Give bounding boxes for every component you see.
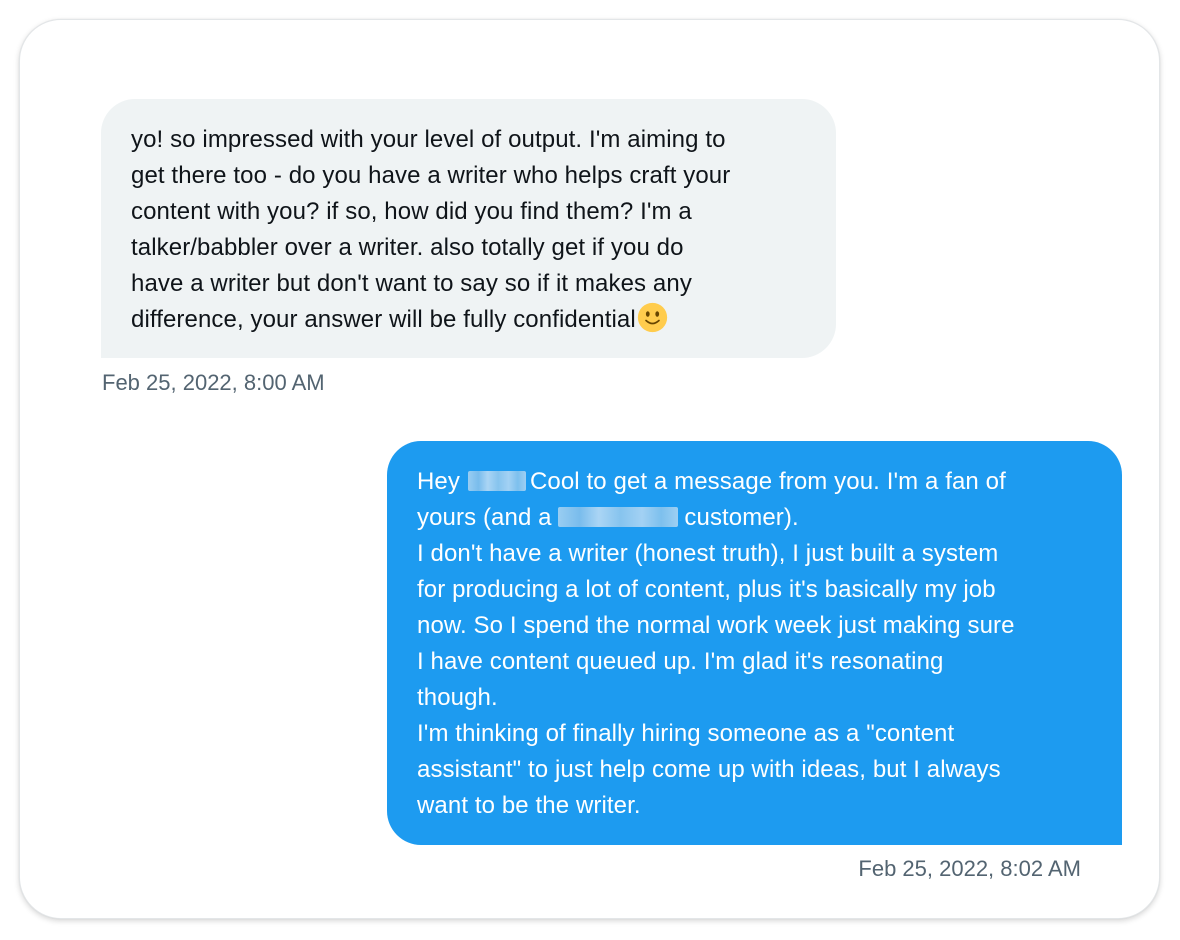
message-text: customer). — [684, 504, 799, 531]
message-line: Hey Cool to get a message from you. I'm a… — [417, 464, 1102, 500]
sent-message-timestamp: Feb 25, 2022, 8:02 AM — [858, 856, 1081, 881]
message-line: yours (and a customer). — [417, 500, 1102, 536]
message-line: want to be the writer. — [417, 792, 641, 819]
message-line: have a writer but don't want to say so i… — [131, 270, 692, 297]
message-line-text: difference, your answer will be fully co… — [131, 306, 636, 333]
dm-conversation-card: yo! so impressed with your level of outp… — [19, 19, 1160, 919]
received-message-timestamp: Feb 25, 2022, 8:00 AM — [102, 370, 325, 395]
message-line: I'm thinking of finally hiring someone a… — [417, 720, 955, 747]
message-line: yo! so impressed with your level of outp… — [131, 126, 726, 153]
message-text: Cool to get a message from you. I'm a fa… — [529, 468, 1006, 495]
message-line: now. So I spend the normal work week jus… — [417, 612, 1015, 639]
message-line: content with you? if so, how did you fin… — [131, 198, 692, 225]
message-text: yours (and a — [417, 504, 552, 531]
message-line: assistant" to just help come up with ide… — [417, 756, 1001, 783]
greeting-text: Hey — [417, 468, 460, 495]
message-line: I have content queued up. I'm glad it's … — [417, 648, 944, 675]
received-message-bubble[interactable]: yo! so impressed with your level of outp… — [101, 99, 836, 358]
redacted-name — [467, 471, 526, 491]
message-line: though. — [417, 684, 498, 711]
sent-message-bubble[interactable]: Hey Cool to get a message from you. I'm a… — [387, 441, 1122, 845]
message-line: I don't have a writer (honest truth), I … — [417, 540, 999, 567]
message-line-last: difference, your answer will be fully co… — [131, 302, 816, 338]
message-line: get there too - do you have a writer who… — [131, 162, 731, 189]
redacted-product-name — [558, 507, 679, 527]
message-line: for producing a lot of content, plus it'… — [417, 576, 996, 603]
slightly-smiling-face-icon — [637, 302, 667, 333]
message-line: talker/babbler over a writer. also total… — [131, 234, 684, 261]
